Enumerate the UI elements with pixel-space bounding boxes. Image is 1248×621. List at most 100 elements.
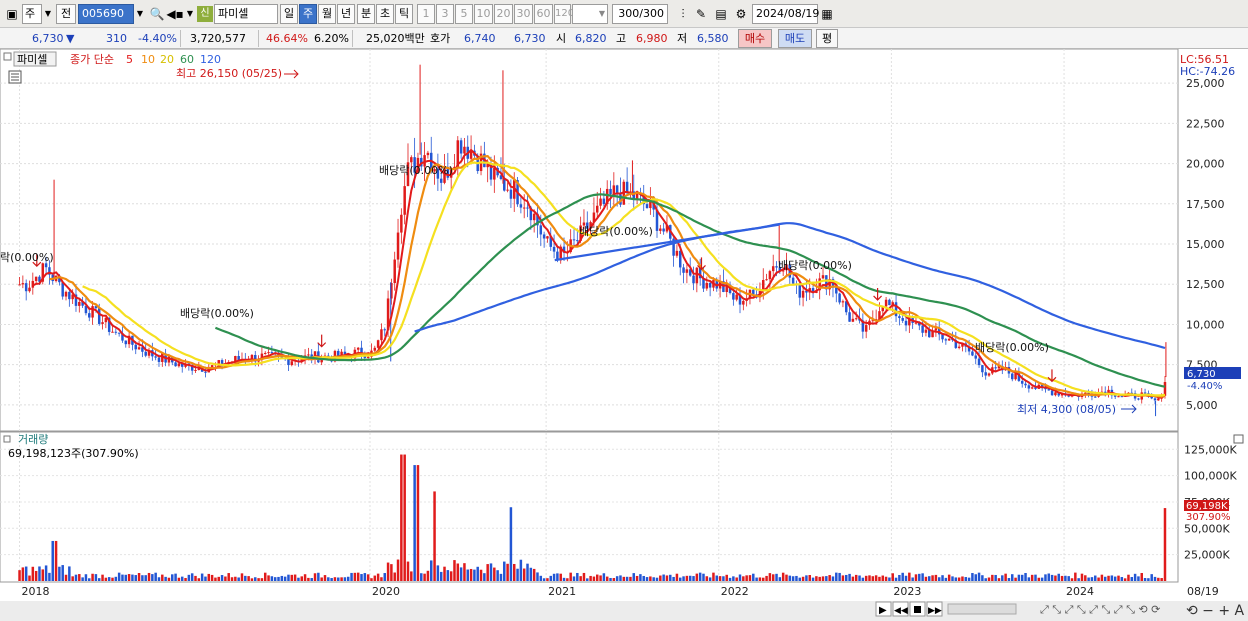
- prev-button[interactable]: 전: [56, 4, 76, 24]
- volume-bar: [44, 565, 48, 581]
- code-dropdown-icon[interactable]: ▼: [134, 4, 146, 24]
- volume-bar: [532, 568, 536, 581]
- candle-body: [898, 316, 901, 319]
- volume-bar: [738, 574, 742, 581]
- minute-option-button[interactable]: 20: [494, 4, 513, 24]
- candle-body: [117, 332, 121, 334]
- volume-bar: [121, 574, 124, 581]
- price-change: 310: [106, 32, 127, 45]
- volume-bar: [845, 574, 848, 581]
- volume-bar: [393, 572, 396, 581]
- period-day-button[interactable]: 일: [280, 4, 298, 24]
- volume-bar: [1097, 577, 1100, 581]
- candle-body: [904, 320, 908, 326]
- volume-bar: [293, 574, 297, 581]
- date-input[interactable]: 2024/08/19: [752, 4, 819, 24]
- candle-body: [984, 372, 987, 376]
- minute-option-label: 1: [422, 7, 430, 20]
- period-month-button[interactable]: 월: [318, 4, 336, 24]
- volume-bar: [861, 577, 865, 581]
- price-tick-label: 5,000: [1186, 399, 1218, 412]
- period-minute-button[interactable]: 분: [357, 4, 375, 24]
- volume-bar: [522, 568, 526, 581]
- volume-bar: [317, 572, 320, 581]
- period-tick-button[interactable]: 틱: [395, 4, 413, 24]
- draw-tool-icon[interactable]: ✎: [692, 4, 710, 24]
- eval-button[interactable]: 평: [816, 29, 838, 48]
- minute-option-label: 3: [441, 7, 449, 20]
- stock-chart[interactable]: 5,0007,50010,00012,50015,00017,50020,000…: [0, 49, 1248, 621]
- last-pct-text: -4.40%: [1187, 381, 1222, 392]
- volume-bar: [695, 573, 699, 581]
- volume-bar: [1117, 575, 1120, 581]
- chevron-down-icon[interactable]: ▼: [42, 4, 54, 24]
- volume-bar: [71, 576, 74, 581]
- minute-option-button[interactable]: 60: [534, 4, 553, 24]
- tool-icons[interactable]: ⤢ ⤡ ⤢ ⤡ ⤢ ⤡ ⤢ ⤡ ⟲ ⟳: [1040, 603, 1160, 616]
- volume-bar: [539, 575, 543, 581]
- chevron-down-icon[interactable]: ▼: [596, 4, 608, 24]
- volume-bar: [78, 574, 81, 581]
- volume-bar: [287, 574, 290, 581]
- zoom-controls[interactable]: ⟲ − + A: [1186, 603, 1245, 619]
- minute-option-button[interactable]: 10: [474, 4, 493, 24]
- stock-name-field[interactable]: 파미셀: [214, 4, 278, 24]
- volume-title: 거래량: [18, 433, 48, 446]
- volume-bar: [1120, 577, 1124, 581]
- candle-body: [506, 189, 509, 191]
- volume-bar: [1113, 576, 1117, 581]
- volume-bar: [685, 575, 689, 581]
- scroll-thumb[interactable]: [947, 603, 1017, 615]
- volume-bar: [1057, 573, 1060, 581]
- minute-option-button[interactable]: 120: [554, 4, 574, 24]
- volume-bar: [137, 573, 141, 581]
- volume-bar: [835, 572, 838, 581]
- period-week-button[interactable]: 주: [299, 4, 317, 24]
- volume-bar: [493, 567, 496, 581]
- toolbar: ▣ 주 ▼ 전 005690 ▼ 🔍 ◀▪ ▼ 신 파미셀 일 주 월 년 분 …: [0, 0, 1248, 28]
- volume-bar: [263, 572, 267, 581]
- candle-body: [396, 232, 400, 260]
- volume-bar: [171, 574, 174, 581]
- candle-body: [373, 347, 377, 351]
- volume-bar: [1054, 575, 1057, 581]
- candle-body: [602, 198, 606, 205]
- buy-button[interactable]: 매수: [738, 29, 772, 48]
- candle-type-icon[interactable]: ⫶: [674, 4, 692, 24]
- calendar-icon[interactable]: ▦: [818, 4, 836, 24]
- minute-option-button[interactable]: 3: [436, 4, 454, 24]
- candle-body: [97, 308, 101, 324]
- buy-label: 매수: [744, 32, 766, 45]
- price-tick-label: 12,500: [1186, 278, 1225, 291]
- sell-button[interactable]: 매도: [778, 29, 812, 48]
- window-layout-icon[interactable]: ▣: [3, 4, 21, 24]
- volume-bar: [967, 577, 971, 581]
- gear-icon[interactable]: ⚙: [732, 4, 750, 24]
- period-second-button[interactable]: 초: [376, 4, 394, 24]
- save-icon[interactable]: ▤: [712, 4, 730, 24]
- candle-body: [111, 331, 114, 333]
- volume-bar: [655, 577, 659, 581]
- period-year-button[interactable]: 년: [337, 4, 355, 24]
- volume-bar: [343, 577, 347, 581]
- period-select[interactable]: 주: [22, 4, 42, 24]
- code-input[interactable]: 005690: [78, 4, 134, 24]
- ma-120-label: 120: [200, 53, 221, 66]
- volume-bar: [1133, 573, 1137, 581]
- speaker-icon[interactable]: ◀▪: [166, 4, 184, 24]
- dividend-note: 배당락(0.00%): [379, 164, 453, 177]
- count-input[interactable]: 300/300: [612, 4, 668, 24]
- candle-body: [1094, 396, 1097, 398]
- panel-close-icon[interactable]: [1233, 434, 1244, 444]
- volume-bar: [54, 540, 58, 581]
- volume-bar: [1014, 577, 1017, 581]
- candle-body: [542, 234, 546, 239]
- minute-option-button[interactable]: 5: [455, 4, 473, 24]
- minute-option-button[interactable]: 30: [514, 4, 533, 24]
- minute-option-button[interactable]: 1: [417, 4, 435, 24]
- chevron-down-icon[interactable]: ▼: [184, 4, 196, 24]
- volume-bar: [682, 576, 685, 581]
- volume-bar: [742, 576, 745, 581]
- volume-bar: [1017, 574, 1021, 581]
- search-icon[interactable]: 🔍: [148, 4, 166, 24]
